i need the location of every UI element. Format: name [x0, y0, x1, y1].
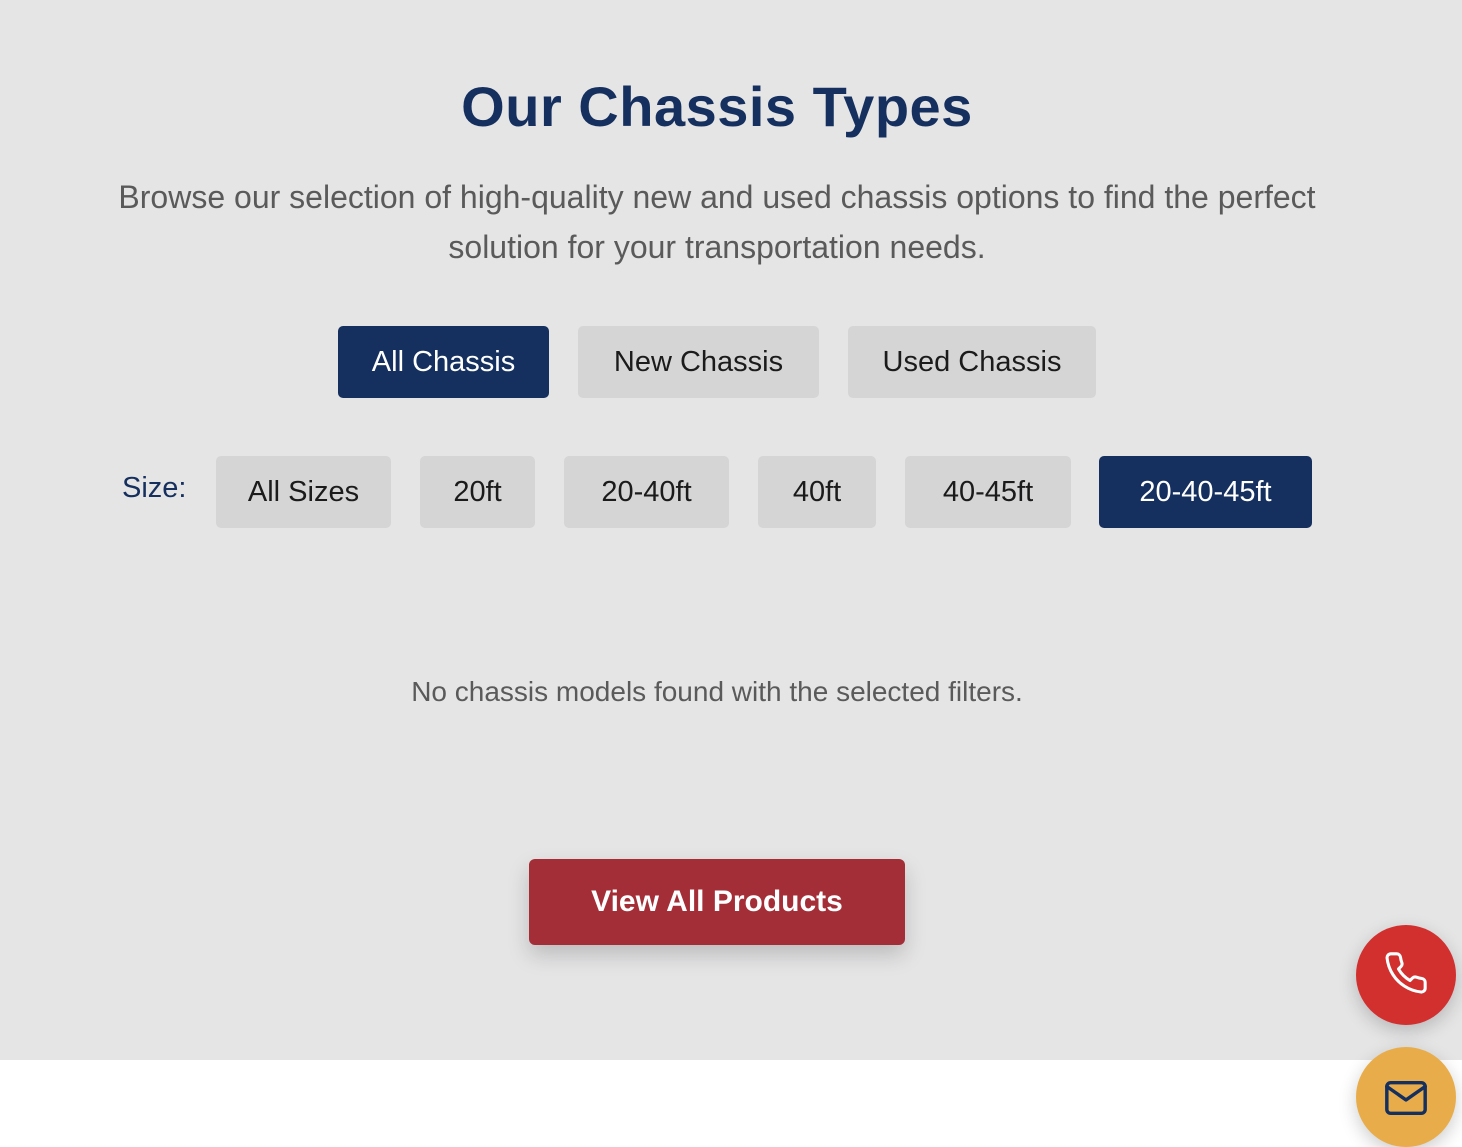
mail-icon — [1383, 1075, 1429, 1126]
view-all-products-button[interactable]: View All Products — [529, 859, 905, 945]
filter-used-chassis-button[interactable]: Used Chassis — [848, 326, 1096, 398]
filter-all-chassis-button[interactable]: All Chassis — [338, 326, 549, 398]
section-subtitle: Browse our selection of high-quality new… — [118, 179, 1316, 265]
size-20ft-button[interactable]: 20ft — [420, 456, 535, 528]
call-floating-button[interactable] — [1356, 925, 1456, 1025]
size-all-sizes-button[interactable]: All Sizes — [216, 456, 391, 528]
size-20-40ft-button[interactable]: 20-40ft — [564, 456, 729, 528]
size-20-40-45ft-button[interactable]: 20-40-45ft — [1099, 456, 1312, 528]
size-40-45ft-button[interactable]: 40-45ft — [905, 456, 1071, 528]
filter-new-chassis-button[interactable]: New Chassis — [578, 326, 819, 398]
size-filter-label: Size: — [122, 472, 187, 504]
size-40ft-button[interactable]: 40ft — [758, 456, 876, 528]
chassis-types-section: Our Chassis Types Browse our selection o… — [0, 0, 1462, 1060]
page-title: Our Chassis Types — [461, 75, 973, 138]
no-results-message: No chassis models found with the selecte… — [411, 676, 1023, 707]
email-floating-button[interactable] — [1356, 1047, 1456, 1147]
phone-icon — [1383, 950, 1429, 1001]
